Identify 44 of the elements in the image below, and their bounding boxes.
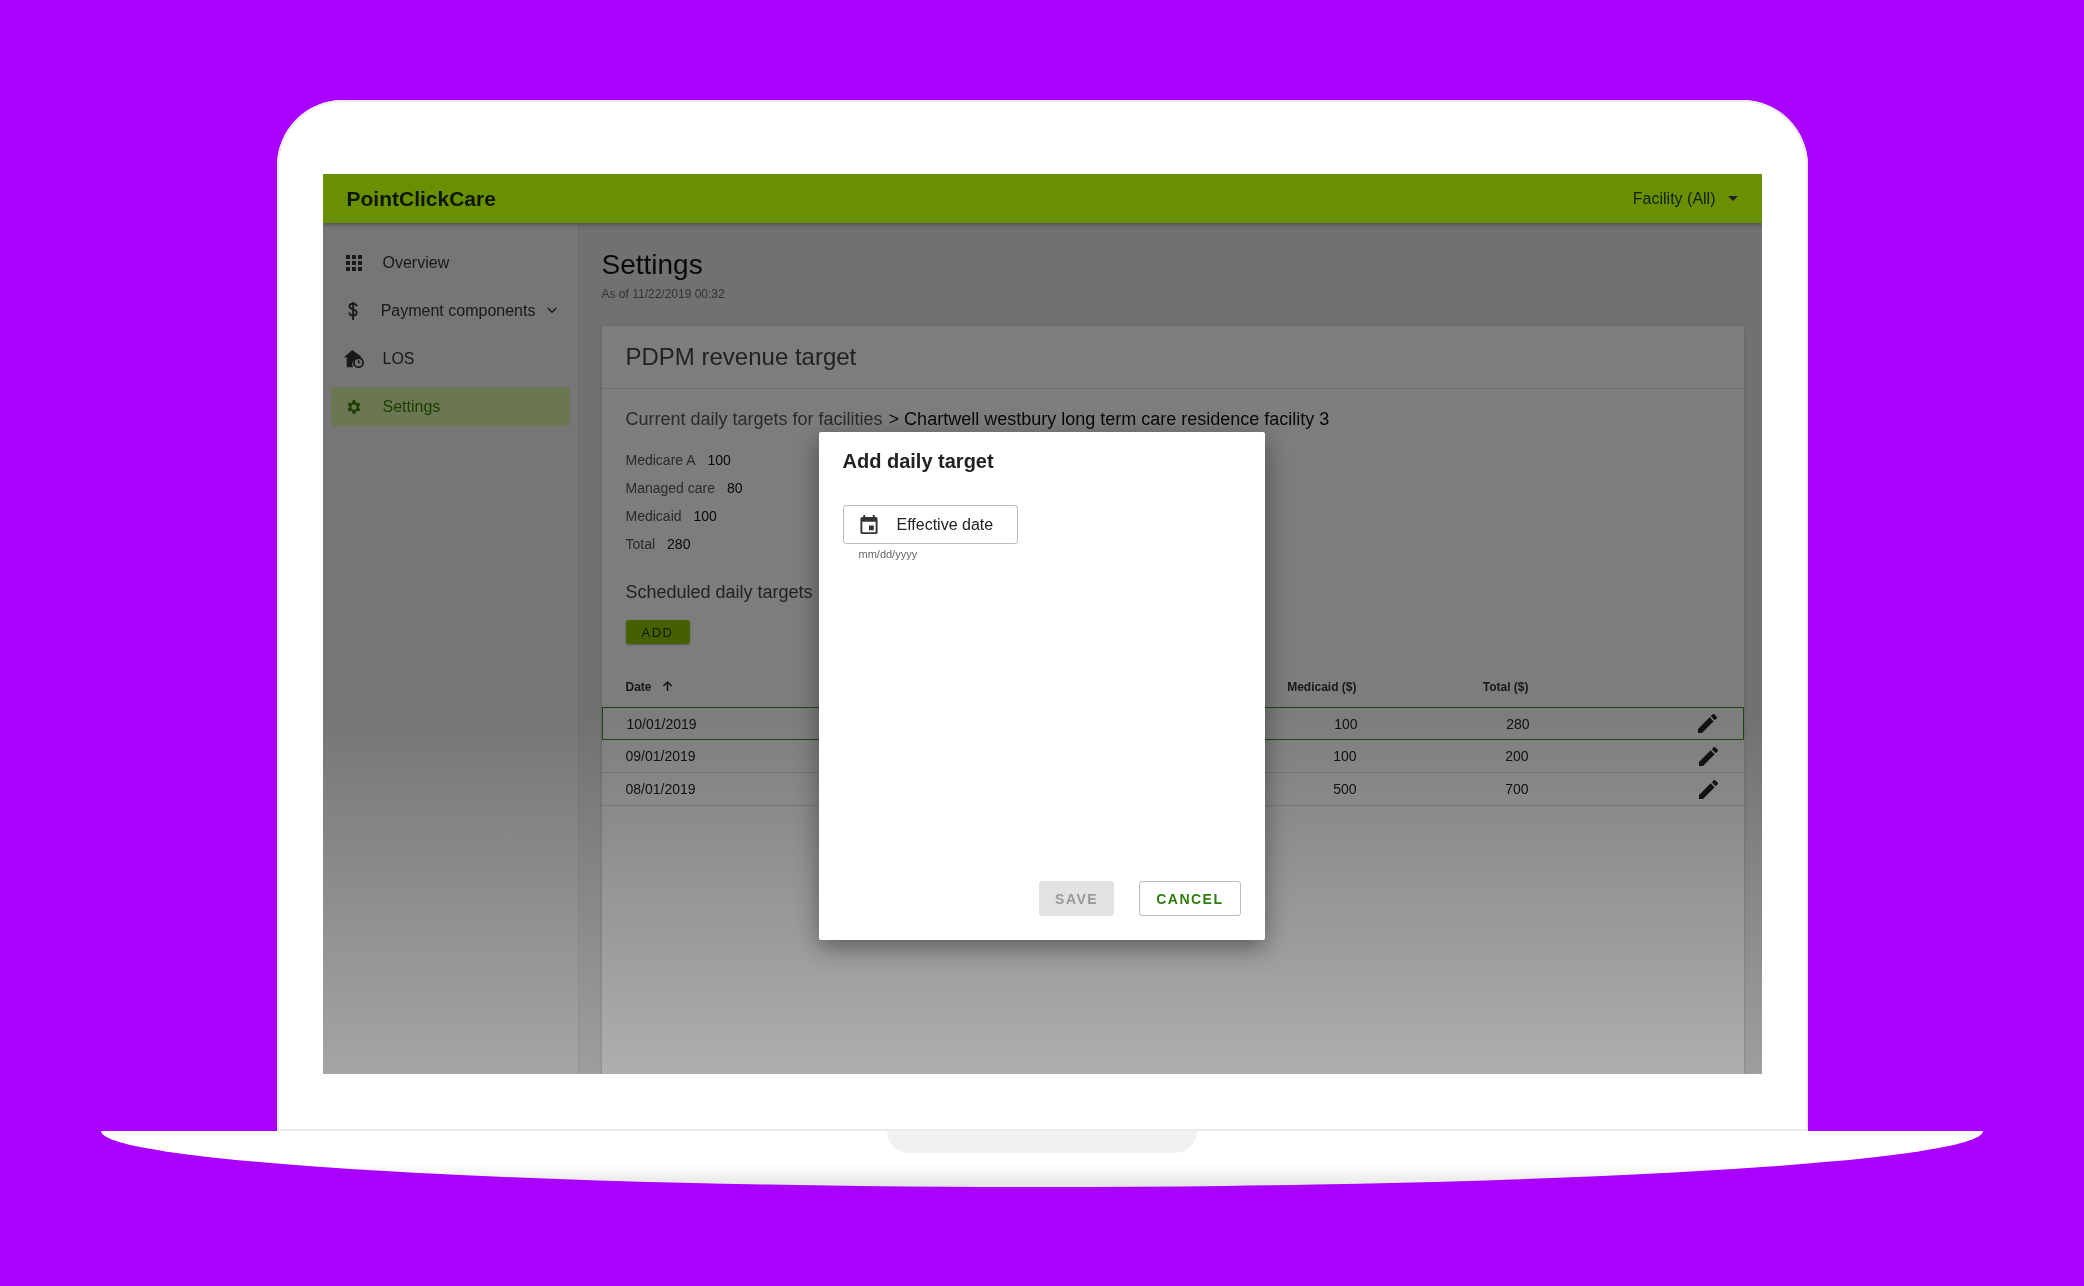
- dialog-title: Add daily target: [842, 450, 995, 473]
- target-value: 280: [667, 536, 691, 552]
- breadcrumb-text: Current daily targets for facilities: [625, 409, 883, 430]
- edit-icon[interactable]: [1697, 714, 1717, 733]
- house-clock-icon: [342, 348, 365, 369]
- chevron-down-icon: [547, 307, 558, 314]
- table-cell: 100: [1333, 748, 1357, 764]
- section-title: Scheduled daily targets: [624, 582, 814, 603]
- sidebar-item[interactable]: Overview: [330, 243, 570, 282]
- table-cell: 08/01/2019: [625, 781, 696, 797]
- sidebar-item[interactable]: Settings: [330, 387, 570, 426]
- table-cell: 280: [1506, 715, 1530, 732]
- table-cell: 10/01/2019: [626, 715, 697, 732]
- target-value: 100: [693, 508, 717, 524]
- caret-icon: [1727, 196, 1738, 201]
- column-header[interactable]: Date: [625, 679, 652, 694]
- table-cell: 700: [1505, 781, 1529, 797]
- target-label: Medicare A: [625, 452, 696, 468]
- date-field[interactable]: Effective date: [842, 505, 1018, 544]
- facility-name: > Chartwell westbury long term care residence facility 3: [888, 409, 1330, 430]
- edit-icon[interactable]: [1698, 746, 1718, 766]
- table-cell: 09/01/2019: [625, 748, 696, 764]
- timestamp: As of 11/22/2019 00:32: [601, 287, 726, 301]
- target-label: Managed care: [625, 480, 715, 496]
- calendar-icon: [859, 515, 878, 535]
- target-label: Medicaid: [625, 508, 682, 524]
- table-cell: 100: [1334, 715, 1358, 732]
- sidebar-item[interactable]: Payment components: [330, 291, 570, 330]
- target-label: Total: [625, 536, 656, 552]
- sidebar-item[interactable]: LOS: [330, 339, 570, 378]
- table-cell: 500: [1333, 781, 1357, 797]
- card-title: PDPM revenue target: [625, 343, 857, 371]
- target-value: 100: [707, 452, 731, 468]
- table-cell: 200: [1505, 748, 1529, 764]
- page-title: Settings: [601, 249, 704, 281]
- add-button[interactable]: ADD: [625, 620, 690, 644]
- target-value: 80: [727, 480, 743, 496]
- column-header[interactable]: Total ($): [1482, 679, 1529, 694]
- helper-text: mm/dd/yyyy: [858, 548, 919, 560]
- facility-dropdown[interactable]: Facility (All): [1632, 189, 1738, 208]
- cancel-button[interactable]: CANCEL: [1139, 881, 1241, 916]
- edit-icon[interactable]: [1698, 779, 1718, 799]
- column-header[interactable]: Medicaid ($): [1287, 679, 1357, 694]
- app-logo: PointClickCare: [346, 186, 496, 211]
